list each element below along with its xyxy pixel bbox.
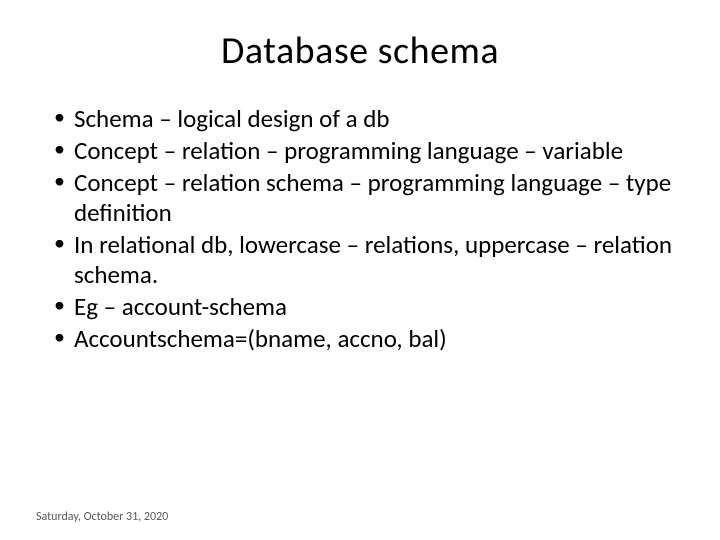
list-item: Concept – relation schema – programming … xyxy=(54,168,684,228)
list-item: Eg – account-schema xyxy=(54,292,684,322)
list-item: Concept – relation – programming languag… xyxy=(54,136,684,166)
slide: Database schema Schema – logical design … xyxy=(0,0,720,540)
bullet-list: Schema – logical design of a db Concept … xyxy=(54,104,684,354)
slide-title: Database schema xyxy=(36,28,684,74)
slide-content: Schema – logical design of a db Concept … xyxy=(36,104,684,354)
list-item: Schema – logical design of a db xyxy=(54,104,684,134)
list-item: In relational db, lowercase – relations,… xyxy=(54,230,684,290)
footer-date: Saturday, October 31, 2020 xyxy=(36,510,168,524)
list-item: Accountschema=(bname, accno, bal) xyxy=(54,324,684,354)
